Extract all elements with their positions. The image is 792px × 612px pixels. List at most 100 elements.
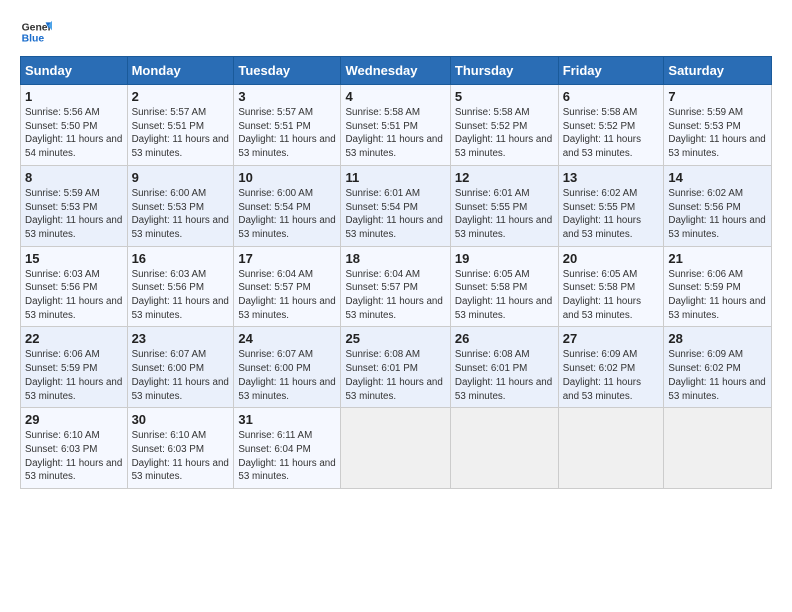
calendar-cell: 15 Sunrise: 6:03 AM Sunset: 5:56 PM Dayl… (21, 246, 128, 327)
day-number: 9 (132, 170, 230, 185)
calendar-cell: 14 Sunrise: 6:02 AM Sunset: 5:56 PM Dayl… (664, 165, 772, 246)
calendar-cell: 21 Sunrise: 6:06 AM Sunset: 5:59 PM Dayl… (664, 246, 772, 327)
calendar-cell: 1 Sunrise: 5:56 AM Sunset: 5:50 PM Dayli… (21, 85, 128, 166)
day-number: 8 (25, 170, 123, 185)
calendar-cell: 6 Sunrise: 5:58 AM Sunset: 5:52 PM Dayli… (558, 85, 664, 166)
calendar-cell: 27 Sunrise: 6:09 AM Sunset: 6:02 PM Dayl… (558, 327, 664, 408)
day-detail: Sunrise: 6:08 AM Sunset: 6:01 PM Dayligh… (455, 348, 554, 403)
calendar-cell: 23 Sunrise: 6:07 AM Sunset: 6:00 PM Dayl… (127, 327, 234, 408)
calendar-table: SundayMondayTuesdayWednesdayThursdayFrid… (20, 56, 772, 489)
logo: General Blue (20, 16, 56, 48)
day-number: 12 (455, 170, 554, 185)
calendar-cell: 20 Sunrise: 6:05 AM Sunset: 5:58 PM Dayl… (558, 246, 664, 327)
day-number: 1 (25, 89, 123, 104)
calendar-cell (558, 408, 664, 489)
calendar-cell: 2 Sunrise: 5:57 AM Sunset: 5:51 PM Dayli… (127, 85, 234, 166)
calendar-cell (450, 408, 558, 489)
day-detail: Sunrise: 6:05 AM Sunset: 5:58 PM Dayligh… (455, 268, 554, 323)
day-detail: Sunrise: 6:05 AM Sunset: 5:58 PM Dayligh… (563, 268, 660, 323)
day-number: 16 (132, 251, 230, 266)
day-number: 30 (132, 412, 230, 427)
calendar-header-saturday: Saturday (664, 57, 772, 85)
day-number: 10 (238, 170, 336, 185)
calendar-header-tuesday: Tuesday (234, 57, 341, 85)
day-number: 22 (25, 331, 123, 346)
day-detail: Sunrise: 5:58 AM Sunset: 5:51 PM Dayligh… (345, 106, 445, 161)
day-number: 5 (455, 89, 554, 104)
calendar-cell: 18 Sunrise: 6:04 AM Sunset: 5:57 PM Dayl… (341, 246, 450, 327)
calendar-cell: 5 Sunrise: 5:58 AM Sunset: 5:52 PM Dayli… (450, 85, 558, 166)
day-detail: Sunrise: 5:57 AM Sunset: 5:51 PM Dayligh… (238, 106, 336, 161)
day-detail: Sunrise: 6:03 AM Sunset: 5:56 PM Dayligh… (132, 268, 230, 323)
calendar-cell: 24 Sunrise: 6:07 AM Sunset: 6:00 PM Dayl… (234, 327, 341, 408)
calendar-week-row: 22 Sunrise: 6:06 AM Sunset: 5:59 PM Dayl… (21, 327, 772, 408)
day-number: 24 (238, 331, 336, 346)
calendar-cell: 3 Sunrise: 5:57 AM Sunset: 5:51 PM Dayli… (234, 85, 341, 166)
calendar-week-row: 1 Sunrise: 5:56 AM Sunset: 5:50 PM Dayli… (21, 85, 772, 166)
day-detail: Sunrise: 6:07 AM Sunset: 6:00 PM Dayligh… (132, 348, 230, 403)
day-detail: Sunrise: 6:01 AM Sunset: 5:54 PM Dayligh… (345, 187, 445, 242)
day-number: 14 (668, 170, 767, 185)
day-number: 6 (563, 89, 660, 104)
calendar-cell: 17 Sunrise: 6:04 AM Sunset: 5:57 PM Dayl… (234, 246, 341, 327)
calendar-week-row: 15 Sunrise: 6:03 AM Sunset: 5:56 PM Dayl… (21, 246, 772, 327)
day-detail: Sunrise: 5:59 AM Sunset: 5:53 PM Dayligh… (25, 187, 123, 242)
day-number: 23 (132, 331, 230, 346)
page: General Blue SundayMondayTuesdayWednesda… (0, 0, 792, 505)
calendar-cell: 25 Sunrise: 6:08 AM Sunset: 6:01 PM Dayl… (341, 327, 450, 408)
day-number: 29 (25, 412, 123, 427)
calendar-cell: 10 Sunrise: 6:00 AM Sunset: 5:54 PM Dayl… (234, 165, 341, 246)
day-number: 3 (238, 89, 336, 104)
day-number: 13 (563, 170, 660, 185)
day-number: 15 (25, 251, 123, 266)
calendar-header-thursday: Thursday (450, 57, 558, 85)
calendar-cell: 4 Sunrise: 5:58 AM Sunset: 5:51 PM Dayli… (341, 85, 450, 166)
day-detail: Sunrise: 6:04 AM Sunset: 5:57 PM Dayligh… (238, 268, 336, 323)
calendar-cell: 11 Sunrise: 6:01 AM Sunset: 5:54 PM Dayl… (341, 165, 450, 246)
calendar-cell: 7 Sunrise: 5:59 AM Sunset: 5:53 PM Dayli… (664, 85, 772, 166)
day-detail: Sunrise: 6:08 AM Sunset: 6:01 PM Dayligh… (345, 348, 445, 403)
day-number: 21 (668, 251, 767, 266)
day-detail: Sunrise: 6:06 AM Sunset: 5:59 PM Dayligh… (668, 268, 767, 323)
calendar-cell: 16 Sunrise: 6:03 AM Sunset: 5:56 PM Dayl… (127, 246, 234, 327)
day-detail: Sunrise: 6:07 AM Sunset: 6:00 PM Dayligh… (238, 348, 336, 403)
calendar-header-wednesday: Wednesday (341, 57, 450, 85)
day-detail: Sunrise: 6:02 AM Sunset: 5:56 PM Dayligh… (668, 187, 767, 242)
day-number: 19 (455, 251, 554, 266)
day-detail: Sunrise: 5:56 AM Sunset: 5:50 PM Dayligh… (25, 106, 123, 161)
day-detail: Sunrise: 6:00 AM Sunset: 5:54 PM Dayligh… (238, 187, 336, 242)
day-detail: Sunrise: 6:09 AM Sunset: 6:02 PM Dayligh… (668, 348, 767, 403)
day-number: 17 (238, 251, 336, 266)
day-detail: Sunrise: 5:58 AM Sunset: 5:52 PM Dayligh… (563, 106, 660, 161)
day-detail: Sunrise: 6:02 AM Sunset: 5:55 PM Dayligh… (563, 187, 660, 242)
day-detail: Sunrise: 6:03 AM Sunset: 5:56 PM Dayligh… (25, 268, 123, 323)
day-number: 11 (345, 170, 445, 185)
logo-icon: General Blue (20, 16, 52, 48)
day-detail: Sunrise: 5:58 AM Sunset: 5:52 PM Dayligh… (455, 106, 554, 161)
calendar-cell: 19 Sunrise: 6:05 AM Sunset: 5:58 PM Dayl… (450, 246, 558, 327)
header: General Blue (20, 16, 772, 48)
day-detail: Sunrise: 6:10 AM Sunset: 6:03 PM Dayligh… (25, 429, 123, 484)
day-detail: Sunrise: 6:04 AM Sunset: 5:57 PM Dayligh… (345, 268, 445, 323)
day-detail: Sunrise: 6:09 AM Sunset: 6:02 PM Dayligh… (563, 348, 660, 403)
day-number: 31 (238, 412, 336, 427)
calendar-cell: 8 Sunrise: 5:59 AM Sunset: 5:53 PM Dayli… (21, 165, 128, 246)
day-detail: Sunrise: 6:06 AM Sunset: 5:59 PM Dayligh… (25, 348, 123, 403)
calendar-week-row: 29 Sunrise: 6:10 AM Sunset: 6:03 PM Dayl… (21, 408, 772, 489)
calendar-header-friday: Friday (558, 57, 664, 85)
day-number: 26 (455, 331, 554, 346)
calendar-header-row: SundayMondayTuesdayWednesdayThursdayFrid… (21, 57, 772, 85)
calendar-cell: 9 Sunrise: 6:00 AM Sunset: 5:53 PM Dayli… (127, 165, 234, 246)
day-detail: Sunrise: 6:11 AM Sunset: 6:04 PM Dayligh… (238, 429, 336, 484)
calendar-cell: 26 Sunrise: 6:08 AM Sunset: 6:01 PM Dayl… (450, 327, 558, 408)
calendar-cell: 13 Sunrise: 6:02 AM Sunset: 5:55 PM Dayl… (558, 165, 664, 246)
day-detail: Sunrise: 6:10 AM Sunset: 6:03 PM Dayligh… (132, 429, 230, 484)
calendar-header-monday: Monday (127, 57, 234, 85)
day-number: 18 (345, 251, 445, 266)
day-detail: Sunrise: 5:59 AM Sunset: 5:53 PM Dayligh… (668, 106, 767, 161)
calendar-cell: 29 Sunrise: 6:10 AM Sunset: 6:03 PM Dayl… (21, 408, 128, 489)
day-number: 7 (668, 89, 767, 104)
day-number: 2 (132, 89, 230, 104)
day-detail: Sunrise: 6:00 AM Sunset: 5:53 PM Dayligh… (132, 187, 230, 242)
day-detail: Sunrise: 6:01 AM Sunset: 5:55 PM Dayligh… (455, 187, 554, 242)
